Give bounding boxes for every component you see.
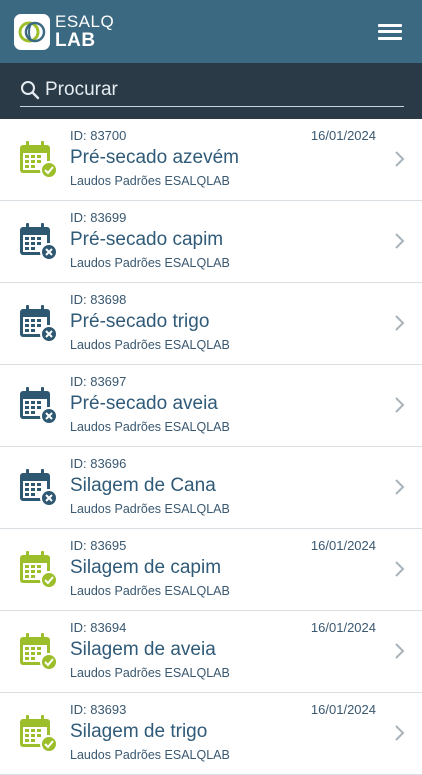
item-subtitle: Laudos Padrões ESALQLAB xyxy=(70,584,230,598)
item-subtitle: Laudos Padrões ESALQLAB xyxy=(70,338,230,352)
item-id: ID: 83699 xyxy=(70,210,127,225)
item-id: ID: 83694 xyxy=(70,620,127,635)
item-title: Pré-secado azevém xyxy=(70,147,239,168)
app-logo[interactable]: ESALQ LAB xyxy=(14,13,114,50)
chevron-right-icon[interactable] xyxy=(394,724,406,742)
item-title: Silagem de aveia xyxy=(70,639,216,660)
item-title: Pré-secado aveia xyxy=(70,393,218,414)
calendar-check-icon xyxy=(18,713,58,753)
item-title: Silagem de trigo xyxy=(70,721,208,742)
chevron-right-icon[interactable] xyxy=(394,478,406,496)
calendar-x-icon xyxy=(18,303,58,343)
item-id: ID: 83697 xyxy=(70,374,127,389)
chevron-right-icon[interactable] xyxy=(394,642,406,660)
item-date: 16/01/2024 xyxy=(310,620,376,635)
search-input[interactable] xyxy=(45,79,404,101)
item-subtitle: Laudos Padrões ESALQLAB xyxy=(70,748,230,762)
list-item[interactable]: ID: 83700 16/01/2024 Pré-secado azevém Laud… xyxy=(0,119,422,201)
chevron-right-icon[interactable] xyxy=(394,232,406,250)
search-bar xyxy=(0,63,422,119)
item-subtitle: Laudos Padrões ESALQLAB xyxy=(70,666,230,680)
calendar-x-icon xyxy=(18,385,58,425)
logo-line1: ESALQ xyxy=(55,12,115,31)
list-item[interactable]: ID: 83698 Pré-secado trigo Laudos Padrões … xyxy=(0,283,422,365)
item-subtitle: Laudos Padrões ESALQLAB xyxy=(70,502,230,516)
item-id: ID: 83698 xyxy=(70,292,127,307)
report-list: ID: 83700 16/01/2024 Pré-secado azevém Laud… xyxy=(0,119,422,775)
chevron-right-icon[interactable] xyxy=(394,314,406,332)
item-id: ID: 83700 xyxy=(70,128,127,143)
chevron-right-icon[interactable] xyxy=(394,560,406,578)
list-item[interactable]: ID: 83696 Silagem de Cana Laudos Padrões E… xyxy=(0,447,422,529)
list-item[interactable]: ID: 83693 16/01/2024 Silagem de trigo Laudo… xyxy=(0,693,422,775)
calendar-check-icon xyxy=(18,139,58,179)
logo-mark-icon xyxy=(14,13,50,50)
item-title: Pré-secado capim xyxy=(70,229,224,250)
chevron-right-icon[interactable] xyxy=(394,150,406,168)
calendar-check-icon xyxy=(18,549,58,589)
list-item[interactable]: ID: 83695 16/01/2024 Silagem de capim Laudo… xyxy=(0,529,422,611)
calendar-check-icon xyxy=(18,631,58,671)
item-id: ID: 83696 xyxy=(70,456,127,471)
search-field xyxy=(20,74,404,107)
search-icon xyxy=(21,81,40,100)
list-item[interactable]: ID: 83694 16/01/2024 Silagem de aveia Laudo… xyxy=(0,611,422,693)
item-date: 16/01/2024 xyxy=(310,538,376,553)
item-id: ID: 83693 xyxy=(70,702,127,717)
list-item[interactable]: ID: 83699 Pré-secado capim Laudos Padrões … xyxy=(0,201,422,283)
list-item[interactable]: ID: 83697 Pré-secado aveia Laudos Padrões … xyxy=(0,365,422,447)
calendar-x-icon xyxy=(18,467,58,507)
item-date: 16/01/2024 xyxy=(310,702,376,717)
item-subtitle: Laudos Padrões ESALQLAB xyxy=(70,420,230,434)
logo-line2: LAB xyxy=(55,30,96,51)
item-date: 16/01/2024 xyxy=(310,128,376,143)
item-title: Silagem de Cana xyxy=(70,475,216,496)
calendar-x-icon xyxy=(18,221,58,261)
hamburger-menu-icon[interactable] xyxy=(378,22,402,42)
item-id: ID: 83695 xyxy=(70,538,127,553)
item-subtitle: Laudos Padrões ESALQLAB xyxy=(70,174,230,188)
item-title: Silagem de capim xyxy=(70,557,222,578)
chevron-right-icon[interactable] xyxy=(394,396,406,414)
item-subtitle: Laudos Padrões ESALQLAB xyxy=(70,256,230,270)
logo-text: ESALQ LAB xyxy=(55,13,114,50)
item-title: Pré-secado trigo xyxy=(70,311,210,332)
app-header: ESALQ LAB xyxy=(0,0,422,63)
